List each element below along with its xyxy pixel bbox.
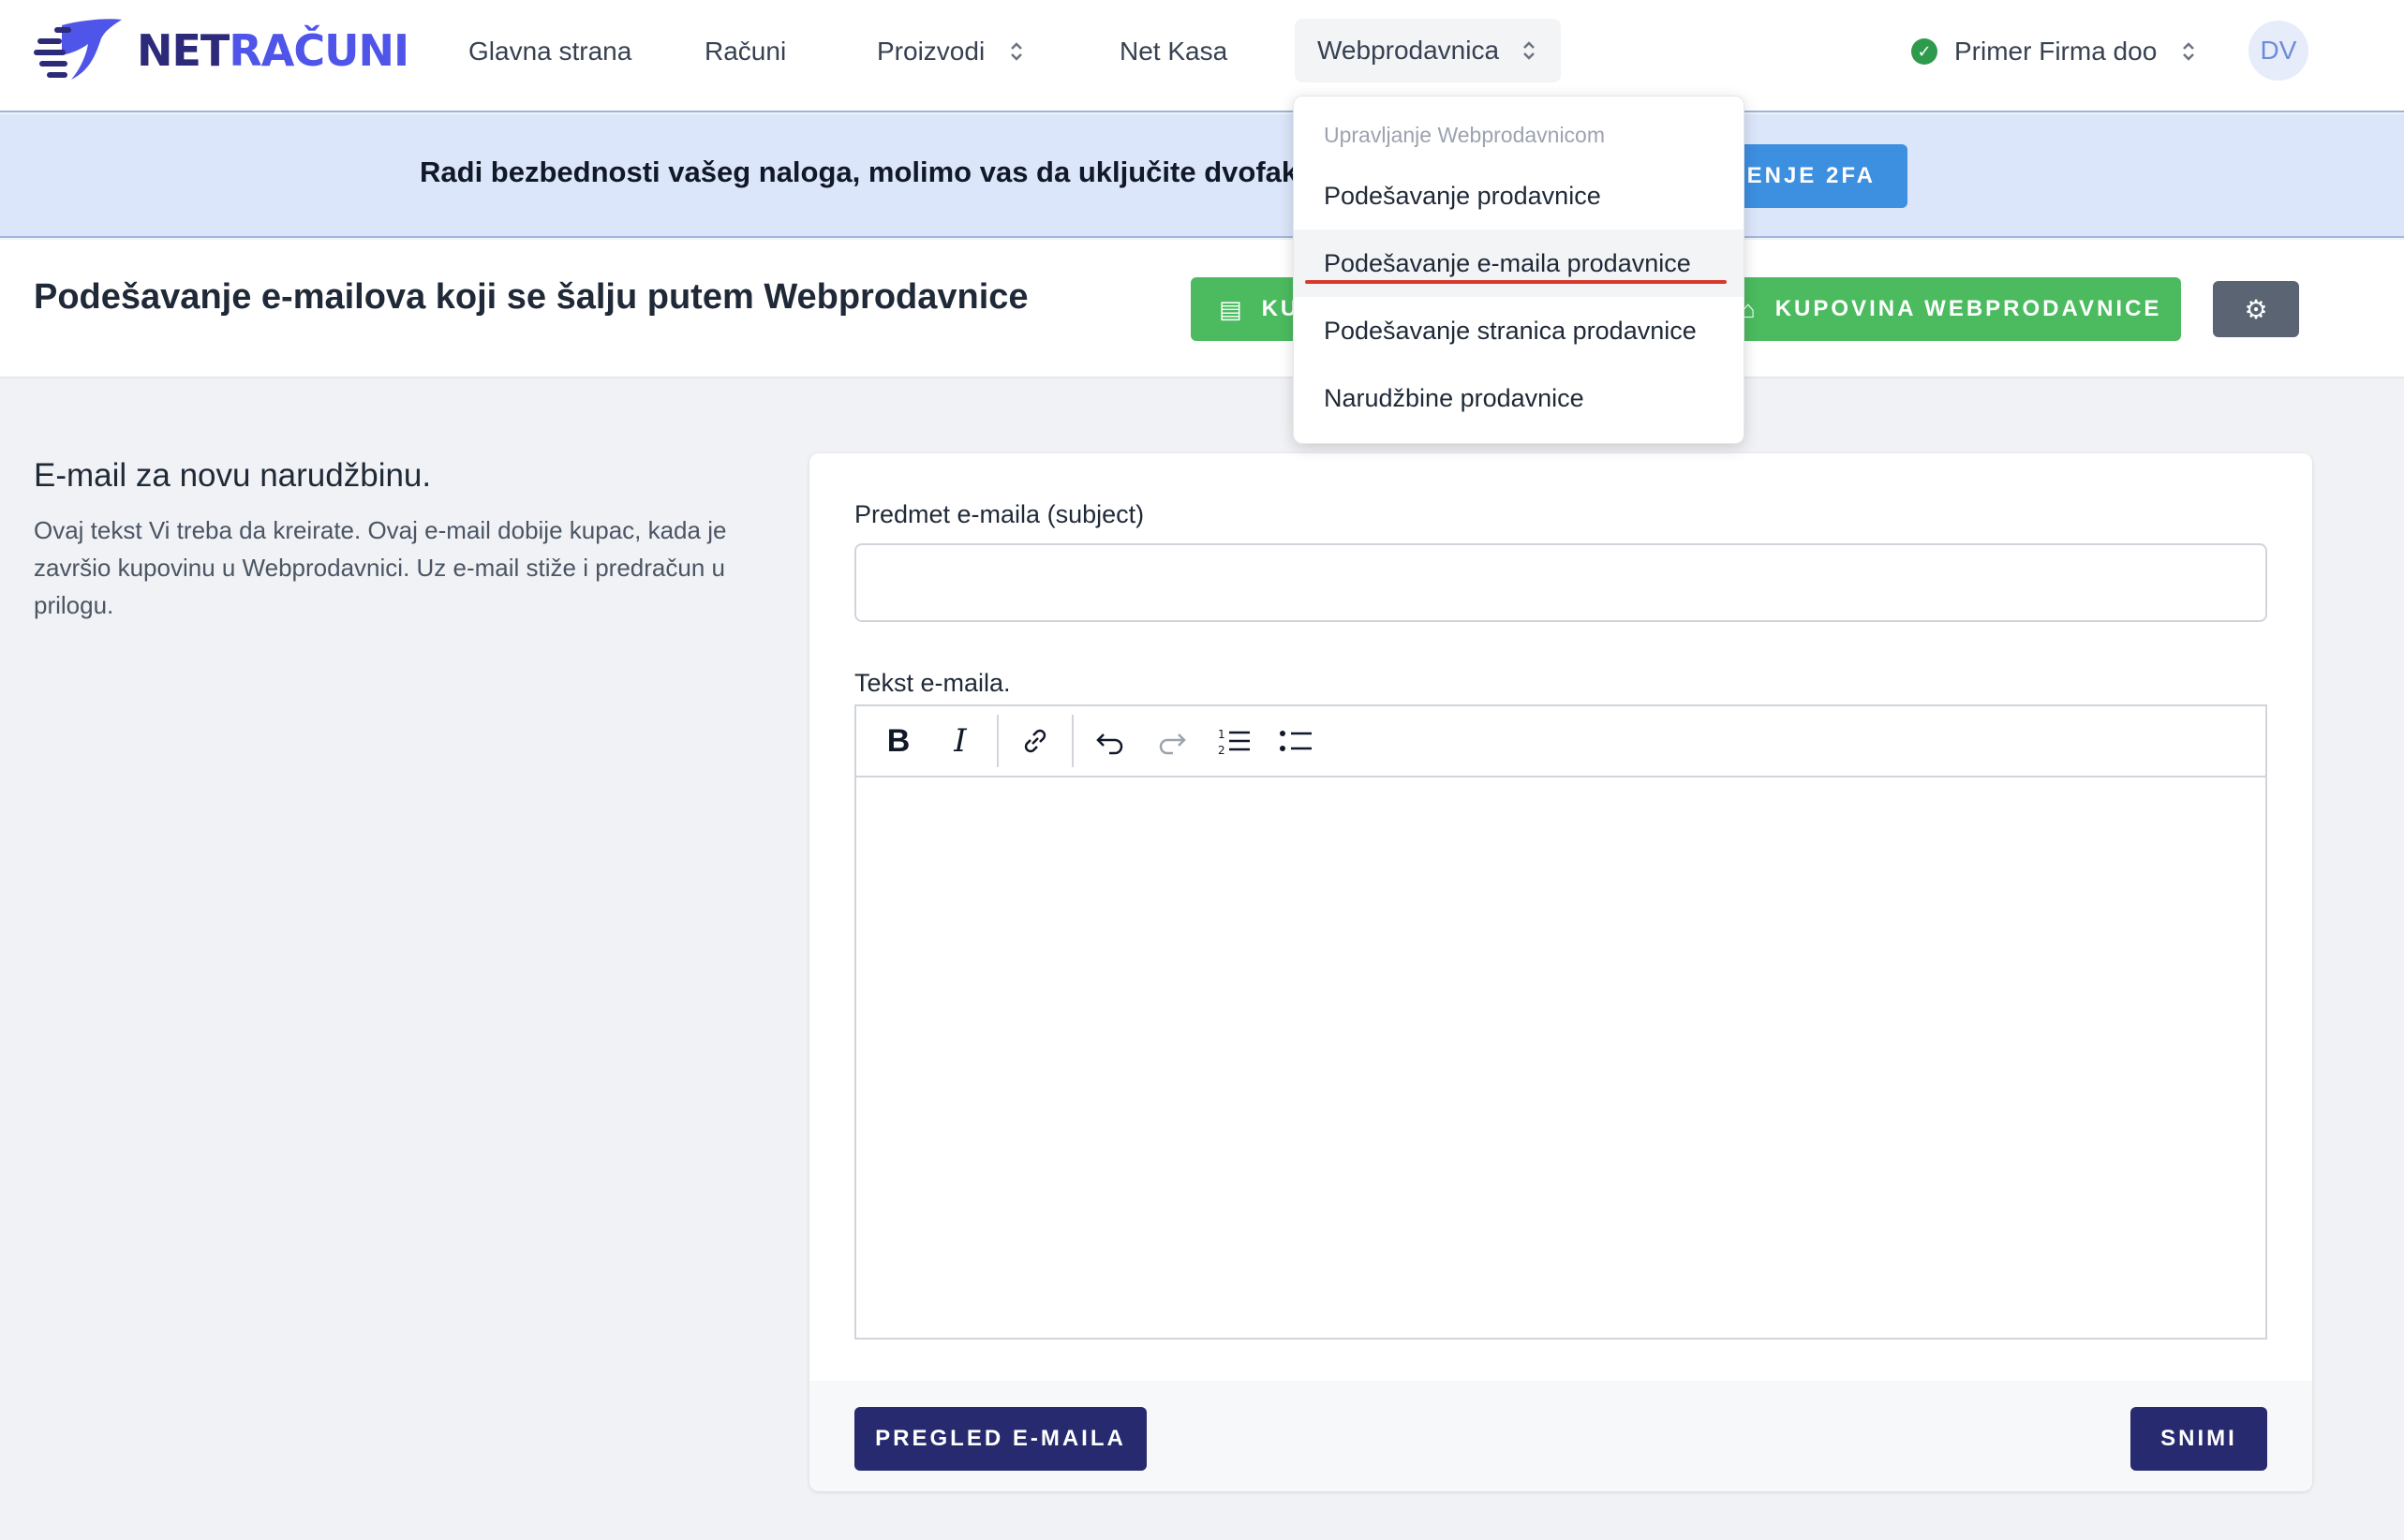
buy-webshop-button[interactable]: ⌂ KUPOVINA WEBPRODAVNICE [1733, 277, 2181, 341]
buy-webshop-button-label: KUPOVINA WEBPRODAVNICE [1774, 296, 2162, 321]
svg-text:2: 2 [1218, 744, 1225, 757]
nav-item-label: Webprodavnica [1317, 36, 1500, 65]
bullet-list-icon[interactable] [1265, 713, 1327, 769]
nav-item-label: Proizvodi [877, 37, 986, 66]
nav-item-label: Glavna strana [468, 37, 632, 66]
partial-green-button[interactable]: ▤ KU [1191, 277, 1303, 341]
logo-icon [34, 19, 122, 80]
editor-toolbar: B I 12 [856, 706, 2265, 777]
undo-icon[interactable] [1079, 713, 1141, 769]
nav-item-proizvodi[interactable]: Proizvodi [877, 28, 1026, 75]
save-button[interactable]: SNIMI [2130, 1407, 2267, 1471]
banner-text: Radi bezbednosti vašeg naloga, molimo va… [420, 155, 1326, 188]
logo-text: NETRAČUNI [137, 25, 409, 76]
nav-item-webprodavnica[interactable]: Webprodavnica [1295, 19, 1562, 82]
dropdown-item-label: Podešavanje stranica prodavnice [1324, 316, 1697, 345]
body-label: Tekst e-maila. [854, 669, 1011, 697]
logo-text-prefix: NET [137, 25, 230, 76]
section-description: Ovaj tekst Vi treba da kreirate. Ovaj e-… [34, 516, 727, 619]
gear-icon: ⚙ [2244, 294, 2268, 324]
document-icon: ▤ [1219, 294, 1245, 323]
dropdown-item-label: Podešavanje e-maila prodavnice [1324, 248, 1691, 277]
subject-input[interactable] [854, 543, 2267, 622]
check-circle-icon: ✓ [1911, 38, 1937, 65]
redo-icon[interactable] [1141, 713, 1203, 769]
toolbar-divider [997, 715, 999, 767]
nav-item-racuni[interactable]: Računi [705, 28, 786, 75]
email-form-card: Predmet e-maila (subject) Tekst e-maila.… [809, 453, 2312, 1491]
email-body-editor: B I 12 [854, 704, 2267, 1340]
page-header: Podešavanje e-mailova koji se šalju pute… [0, 240, 2404, 378]
ordered-list-icon[interactable]: 12 [1203, 713, 1265, 769]
preview-email-button[interactable]: PREGLED E-MAILA [854, 1407, 1147, 1471]
top-navbar: NETRAČUNI Glavna strana Računi Proizvodi… [0, 0, 2404, 112]
company-selector[interactable]: ✓ Primer Firma doo [1911, 28, 2198, 75]
logo[interactable]: NETRAČUNI [34, 15, 409, 86]
toolbar-divider [1072, 715, 1074, 767]
link-icon[interactable] [1004, 713, 1066, 769]
chevron-updown-icon [2183, 42, 2195, 61]
svg-text:1: 1 [1218, 728, 1225, 741]
dropdown-item-label: Narudžbine prodavnice [1324, 383, 1584, 412]
company-name: Primer Firma doo [1954, 37, 2158, 66]
dropdown-header: Upravljanje Webprodavnicom [1324, 123, 1605, 147]
highlight-underline [1305, 280, 1727, 284]
italic-icon[interactable]: I [929, 713, 991, 769]
subject-label: Predmet e-maila (subject) [854, 500, 1145, 528]
dropdown-item-label: Podešavanje prodavnice [1324, 181, 1601, 210]
nav-item-glavna-strana[interactable]: Glavna strana [468, 28, 631, 75]
chevron-updown-icon [1523, 41, 1535, 60]
section-title: E-mail za novu narudžbinu. [34, 457, 432, 494]
avatar[interactable]: DV [2248, 21, 2308, 81]
bold-icon[interactable]: B [868, 713, 929, 769]
nav-item-label: Net Kasa [1120, 37, 1228, 66]
chevron-updown-icon [1011, 42, 1023, 61]
settings-button[interactable]: ⚙ [2213, 281, 2299, 337]
nav-item-net-kasa[interactable]: Net Kasa [1120, 28, 1227, 75]
dropdown-item-page-settings[interactable]: Podešavanje stranica prodavnice [1294, 297, 1744, 364]
nav-item-label: Računi [705, 37, 787, 66]
page-title: Podešavanje e-mailova koji se šalju pute… [34, 277, 1029, 317]
webshop-dropdown-menu: Upravljanje Webprodavnicom Podešavanje p… [1293, 96, 1744, 444]
dropdown-item-shop-settings[interactable]: Podešavanje prodavnice [1294, 162, 1744, 230]
logo-text-suffix: RAČUNI [229, 25, 409, 76]
security-banner: Radi bezbednosti vašeg naloga, molimo va… [0, 114, 2404, 238]
dropdown-item-orders[interactable]: Narudžbine prodavnice [1294, 364, 1744, 432]
editor-content-area[interactable] [856, 777, 2265, 1338]
dropdown-item-email-settings[interactable]: Podešavanje e-maila prodavnice [1294, 230, 1744, 297]
card-footer: PREGLED E-MAILA SNIMI [809, 1381, 2312, 1491]
